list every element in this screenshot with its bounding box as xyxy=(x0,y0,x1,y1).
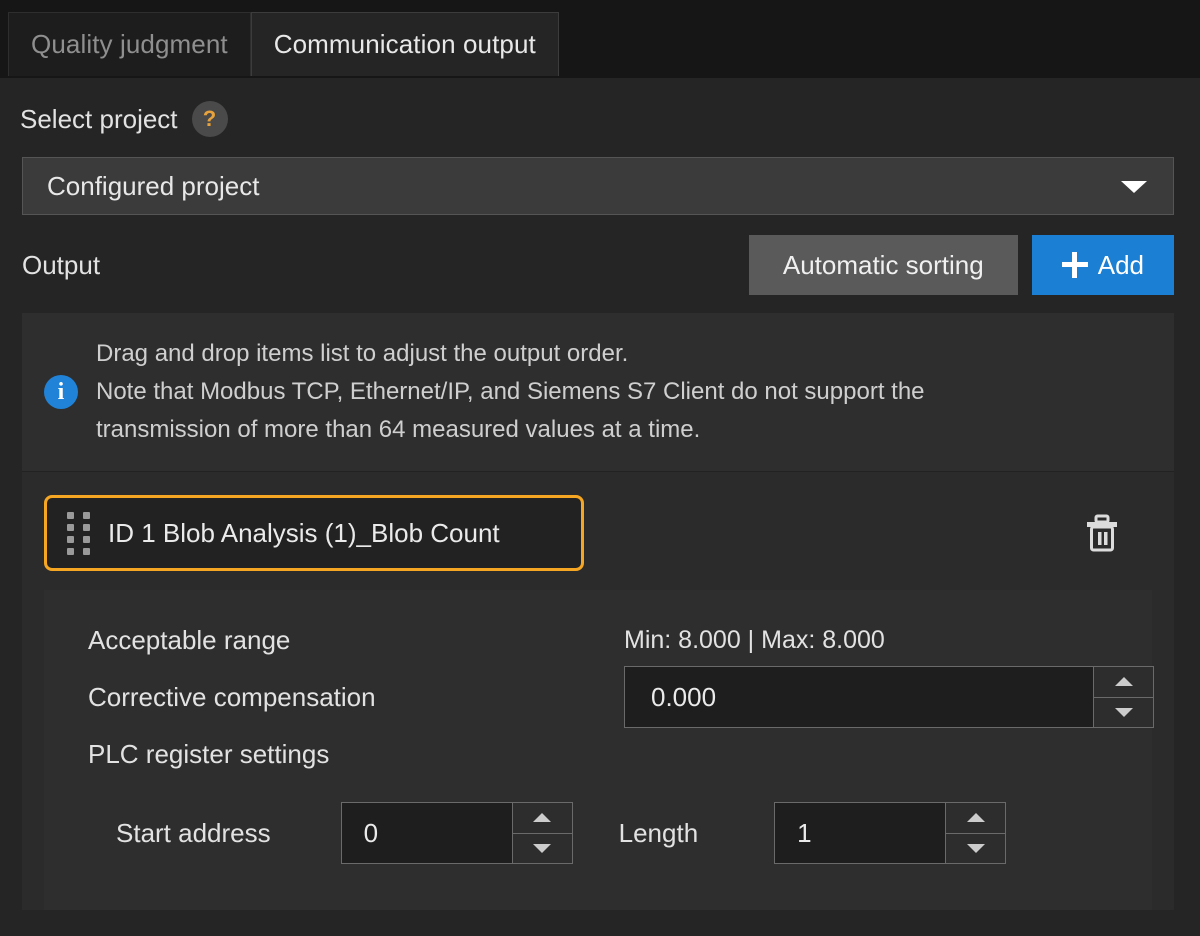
corrective-compensation-spin-buttons xyxy=(1093,667,1153,727)
info-note: i Drag and drop items list to adjust the… xyxy=(22,313,1174,472)
corrective-compensation-value[interactable]: 0.000 xyxy=(625,667,1093,727)
start-address-increment-button[interactable] xyxy=(512,803,572,833)
output-item-chip[interactable]: ID 1 Blob Analysis (1)_Blob Count xyxy=(44,495,584,571)
automatic-sorting-button[interactable]: Automatic sorting xyxy=(748,235,1018,295)
length-spin-buttons xyxy=(945,803,1006,863)
communication-output-screen: Quality judgment Communication output Se… xyxy=(0,0,1200,936)
select-project-row: Select project ? xyxy=(0,78,1200,137)
triangle-down-icon xyxy=(533,843,552,853)
length-label: Length xyxy=(618,817,699,848)
automatic-sorting-label: Automatic sorting xyxy=(782,249,984,280)
plus-icon xyxy=(1061,252,1088,278)
content-area: Select project ? Configured project Outp… xyxy=(0,78,1200,936)
corrective-compensation-field-wrap: 0.000 xyxy=(624,666,1154,728)
tab-quality-judgment[interactable]: Quality judgment xyxy=(8,12,251,76)
detail-grid: Acceptable range Min: 8.000 | Max: 8.000… xyxy=(44,614,1154,780)
add-button[interactable]: Add xyxy=(1031,235,1174,295)
question-mark-icon[interactable]: ? xyxy=(191,101,228,137)
item-details: Acceptable range Min: 8.000 | Max: 8.000… xyxy=(44,590,1154,910)
project-dropdown[interactable]: Configured project xyxy=(22,157,1174,215)
start-address-stepper[interactable]: 0 xyxy=(340,802,573,864)
output-toolbar: Output Automatic sorting Add xyxy=(22,235,1174,295)
tab-bar: Quality judgment Communication output xyxy=(0,0,1200,78)
triangle-down-icon xyxy=(966,843,985,853)
info-glyph: i xyxy=(57,379,65,405)
trash-icon[interactable] xyxy=(1080,511,1124,555)
tab-communication-output-label: Communication output xyxy=(273,29,536,59)
select-project-label: Select project xyxy=(20,103,178,134)
triangle-up-icon xyxy=(533,813,552,823)
list-item[interactable]: ID 1 Blob Analysis (1)_Blob Count xyxy=(44,490,1152,576)
corrective-compensation-label: Corrective compensation xyxy=(88,681,376,712)
corrective-compensation-stepper[interactable]: 0.000 xyxy=(624,666,1154,728)
tab-quality-judgment-label: Quality judgment xyxy=(31,29,228,59)
chevron-down-icon xyxy=(1121,181,1147,193)
triangle-up-icon xyxy=(966,813,985,823)
output-panel: i Drag and drop items list to adjust the… xyxy=(22,313,1174,910)
length-value[interactable]: 1 xyxy=(775,803,945,863)
info-icon: i xyxy=(44,375,78,409)
output-buttons: Automatic sorting Add xyxy=(748,235,1174,295)
plc-register-settings-label: PLC register settings xyxy=(88,738,330,769)
info-note-line-3: transmission of more than 64 measured va… xyxy=(96,416,701,443)
output-items-list: ID 1 Blob Analysis (1)_Blob Count Accept… xyxy=(22,472,1174,910)
start-address-value[interactable]: 0 xyxy=(342,803,512,863)
output-label: Output xyxy=(22,249,101,280)
question-mark-glyph: ? xyxy=(202,106,217,131)
start-address-decrement-button[interactable] xyxy=(512,832,572,863)
tab-communication-output[interactable]: Communication output xyxy=(250,12,559,76)
plc-register-row: Start address 0 Length 1 xyxy=(44,802,1152,864)
triangle-down-icon xyxy=(1114,707,1133,717)
info-note-line-2: Note that Modbus TCP, Ethernet/IP, and S… xyxy=(96,378,925,405)
triangle-up-icon xyxy=(1114,677,1133,687)
corrective-compensation-increment-button[interactable] xyxy=(1094,667,1153,697)
length-decrement-button[interactable] xyxy=(946,832,1006,863)
length-increment-button[interactable] xyxy=(946,803,1006,833)
start-address-spin-buttons xyxy=(511,803,572,863)
info-note-line-1: Drag and drop items list to adjust the o… xyxy=(96,340,629,367)
acceptable-range-value: Min: 8.000 | Max: 8.000 xyxy=(624,625,885,654)
drag-handle-icon[interactable] xyxy=(67,511,90,555)
length-stepper[interactable]: 1 xyxy=(774,802,1007,864)
output-item-label: ID 1 Blob Analysis (1)_Blob Count xyxy=(108,517,500,548)
corrective-compensation-decrement-button[interactable] xyxy=(1094,696,1153,727)
add-button-label: Add xyxy=(1097,249,1144,280)
project-dropdown-value: Configured project xyxy=(47,170,260,201)
info-note-text: Drag and drop items list to adjust the o… xyxy=(96,335,925,449)
acceptable-range-label: Acceptable range xyxy=(88,624,291,655)
start-address-label: Start address xyxy=(116,817,271,848)
